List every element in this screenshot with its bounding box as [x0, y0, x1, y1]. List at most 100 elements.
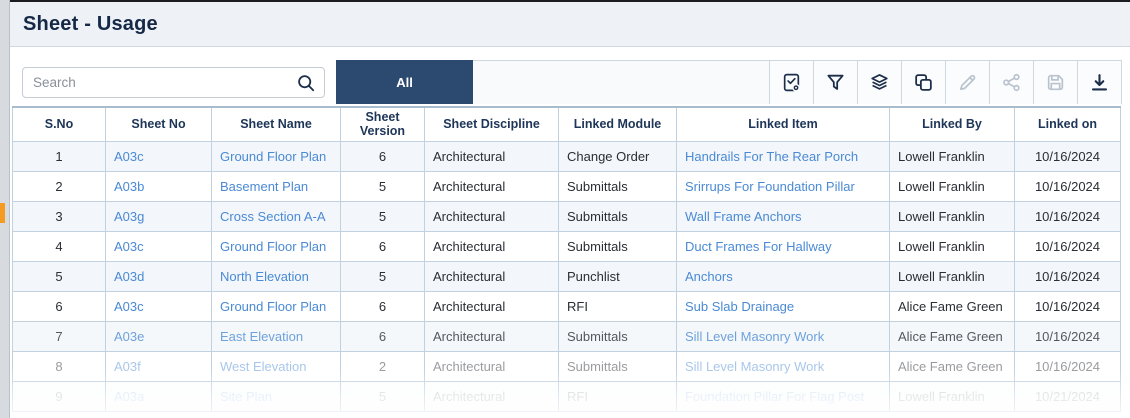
table-row: 4 A03c Ground Floor Plan 6 Architectural Subm…	[12, 230, 1121, 262]
cell-module: Change Order	[558, 140, 677, 172]
cell-discipline: Architectural	[424, 260, 559, 292]
save-icon-button	[1033, 61, 1077, 104]
cell-sno: 3	[12, 200, 106, 232]
sheet-name-link[interactable]: Basement Plan	[220, 179, 308, 194]
search-icon[interactable]	[296, 73, 316, 93]
tab-all[interactable]: All	[336, 60, 473, 104]
toolbar: All	[10, 48, 1130, 106]
item-link[interactable]: Sub Slab Drainage	[685, 299, 794, 314]
review-check-icon	[781, 72, 802, 93]
save-icon	[1045, 72, 1066, 93]
column-header-by: Linked By	[889, 105, 1015, 142]
sheet-no-link[interactable]: A03e	[114, 329, 144, 344]
download-icon	[1089, 72, 1110, 93]
filter-icon	[825, 72, 846, 93]
item-link[interactable]: Wall Frame Anchors	[685, 209, 802, 224]
download-icon-button[interactable]	[1077, 61, 1121, 104]
search-input[interactable]	[33, 75, 296, 90]
cell-by: Lowell Franklin	[889, 170, 1015, 202]
item-link[interactable]: Anchors	[685, 269, 733, 284]
item-link[interactable]: Sill Level Masonry Work	[685, 329, 824, 344]
cell-item: Duct Frames For Hallway	[676, 230, 890, 262]
cell-by: Alice Fame Green	[889, 320, 1015, 352]
sheet-no-link[interactable]: A03b	[114, 179, 144, 194]
cell-on: 10/16/2024	[1014, 260, 1121, 292]
cell-sno: 7	[12, 320, 106, 352]
item-link[interactable]: Foundation Pillar For Flag Post	[685, 389, 864, 404]
sheet-name-link[interactable]: Ground Floor Plan	[220, 149, 326, 164]
main-panel: All S.NoSheet NoSheet NameSheet VersionS…	[10, 48, 1130, 418]
cell-item: Sub Slab Drainage	[676, 290, 890, 322]
sheet-no-link[interactable]: A03c	[114, 239, 144, 254]
sheet-no-link[interactable]: A03c	[114, 149, 144, 164]
sheet-name-link[interactable]: West Elevation	[220, 359, 306, 374]
share-icon	[1001, 72, 1022, 93]
cell-on: 10/16/2024	[1014, 230, 1121, 262]
column-header-item: Linked Item	[676, 105, 890, 142]
copy-icon-button[interactable]	[901, 61, 945, 104]
sheet-no-link[interactable]: A03c	[114, 299, 144, 314]
cell-discipline: Architectural	[424, 230, 559, 262]
sheet-name-link[interactable]: Cross Section A-A	[220, 209, 326, 224]
sheet-usage-table: S.No Sheet No Sheet Name Sheet Version Sheet…	[12, 105, 1121, 412]
cell-version: 5	[340, 200, 425, 232]
cell-sno: 6	[12, 290, 106, 322]
cell-on: 10/21/2024	[1014, 380, 1121, 412]
sheet-no-link[interactable]: A03a	[114, 389, 144, 404]
cell-sno: 1	[12, 140, 106, 172]
cell-sno: 2	[12, 170, 106, 202]
filter-icon-button[interactable]	[813, 61, 857, 104]
sheet-no-link[interactable]: A03g	[114, 209, 144, 224]
cell-sheet_no: A03e	[105, 320, 212, 352]
sheet-no-link[interactable]: A03f	[114, 359, 141, 374]
sheet-no-link[interactable]: A03d	[114, 269, 144, 284]
item-link[interactable]: Srirrups For Foundation Pillar	[685, 179, 855, 194]
cell-sheet_name: East Elevation	[211, 320, 341, 352]
cell-sheet_no: A03c	[105, 230, 212, 262]
cell-module: RFI	[558, 380, 677, 412]
item-link[interactable]: Handrails For The Rear Porch	[685, 149, 858, 164]
table-row: 6 A03c Ground Floor Plan 6 Architectural RFI S…	[12, 290, 1121, 322]
cell-on: 10/16/2024	[1014, 140, 1121, 172]
column-header-discipline: Sheet Discipline	[424, 105, 559, 142]
sheet-name-link[interactable]: Site Plan	[220, 389, 272, 404]
share-icon-button	[989, 61, 1033, 104]
cell-by: Lowell Franklin	[889, 230, 1015, 262]
search-box[interactable]	[22, 67, 325, 98]
cell-module: Submittals	[558, 230, 677, 262]
cell-discipline: Architectural	[424, 200, 559, 232]
review-check-icon-button[interactable]	[769, 61, 813, 104]
left-edge-orange-marker	[0, 203, 5, 223]
cell-item: Sill Level Masonry Work	[676, 350, 890, 382]
page-title: Sheet - Usage	[23, 12, 158, 35]
table-row: 8 A03f West Elevation 2 Architectural Submitt…	[12, 350, 1121, 382]
column-header-version: Sheet Version	[340, 105, 425, 142]
sheet-name-link[interactable]: East Elevation	[220, 329, 303, 344]
cell-discipline: Architectural	[424, 170, 559, 202]
cell-by: Lowell Franklin	[889, 380, 1015, 412]
cell-sheet_no: A03f	[105, 350, 212, 382]
column-header-sheet_name: Sheet Name	[211, 105, 341, 142]
cell-discipline: Architectural	[424, 350, 559, 382]
cell-sheet_name: Ground Floor Plan	[211, 230, 341, 262]
cell-sno: 8	[12, 350, 106, 382]
sheet-name-link[interactable]: Ground Floor Plan	[220, 239, 326, 254]
item-link[interactable]: Duct Frames For Hallway	[685, 239, 832, 254]
cell-on: 10/16/2024	[1014, 290, 1121, 322]
cell-item: Wall Frame Anchors	[676, 200, 890, 232]
layers-icon-button[interactable]	[857, 61, 901, 104]
cell-sheet_no: A03g	[105, 200, 212, 232]
cell-module: RFI	[558, 290, 677, 322]
cell-by: Lowell Franklin	[889, 260, 1015, 292]
item-link[interactable]: Sill Level Masonry Work	[685, 359, 824, 374]
cell-version: 6	[340, 320, 425, 352]
sheet-name-link[interactable]: Ground Floor Plan	[220, 299, 326, 314]
cell-version: 6	[340, 140, 425, 172]
table-row: 2 A03b Basement Plan 5 Architectural Submitta…	[12, 170, 1121, 202]
copy-icon	[913, 72, 934, 93]
cell-by: Alice Fame Green	[889, 350, 1015, 382]
cell-sheet_no: A03c	[105, 140, 212, 172]
sheet-name-link[interactable]: North Elevation	[220, 269, 309, 284]
cell-version: 5	[340, 380, 425, 412]
layers-icon	[869, 72, 890, 93]
